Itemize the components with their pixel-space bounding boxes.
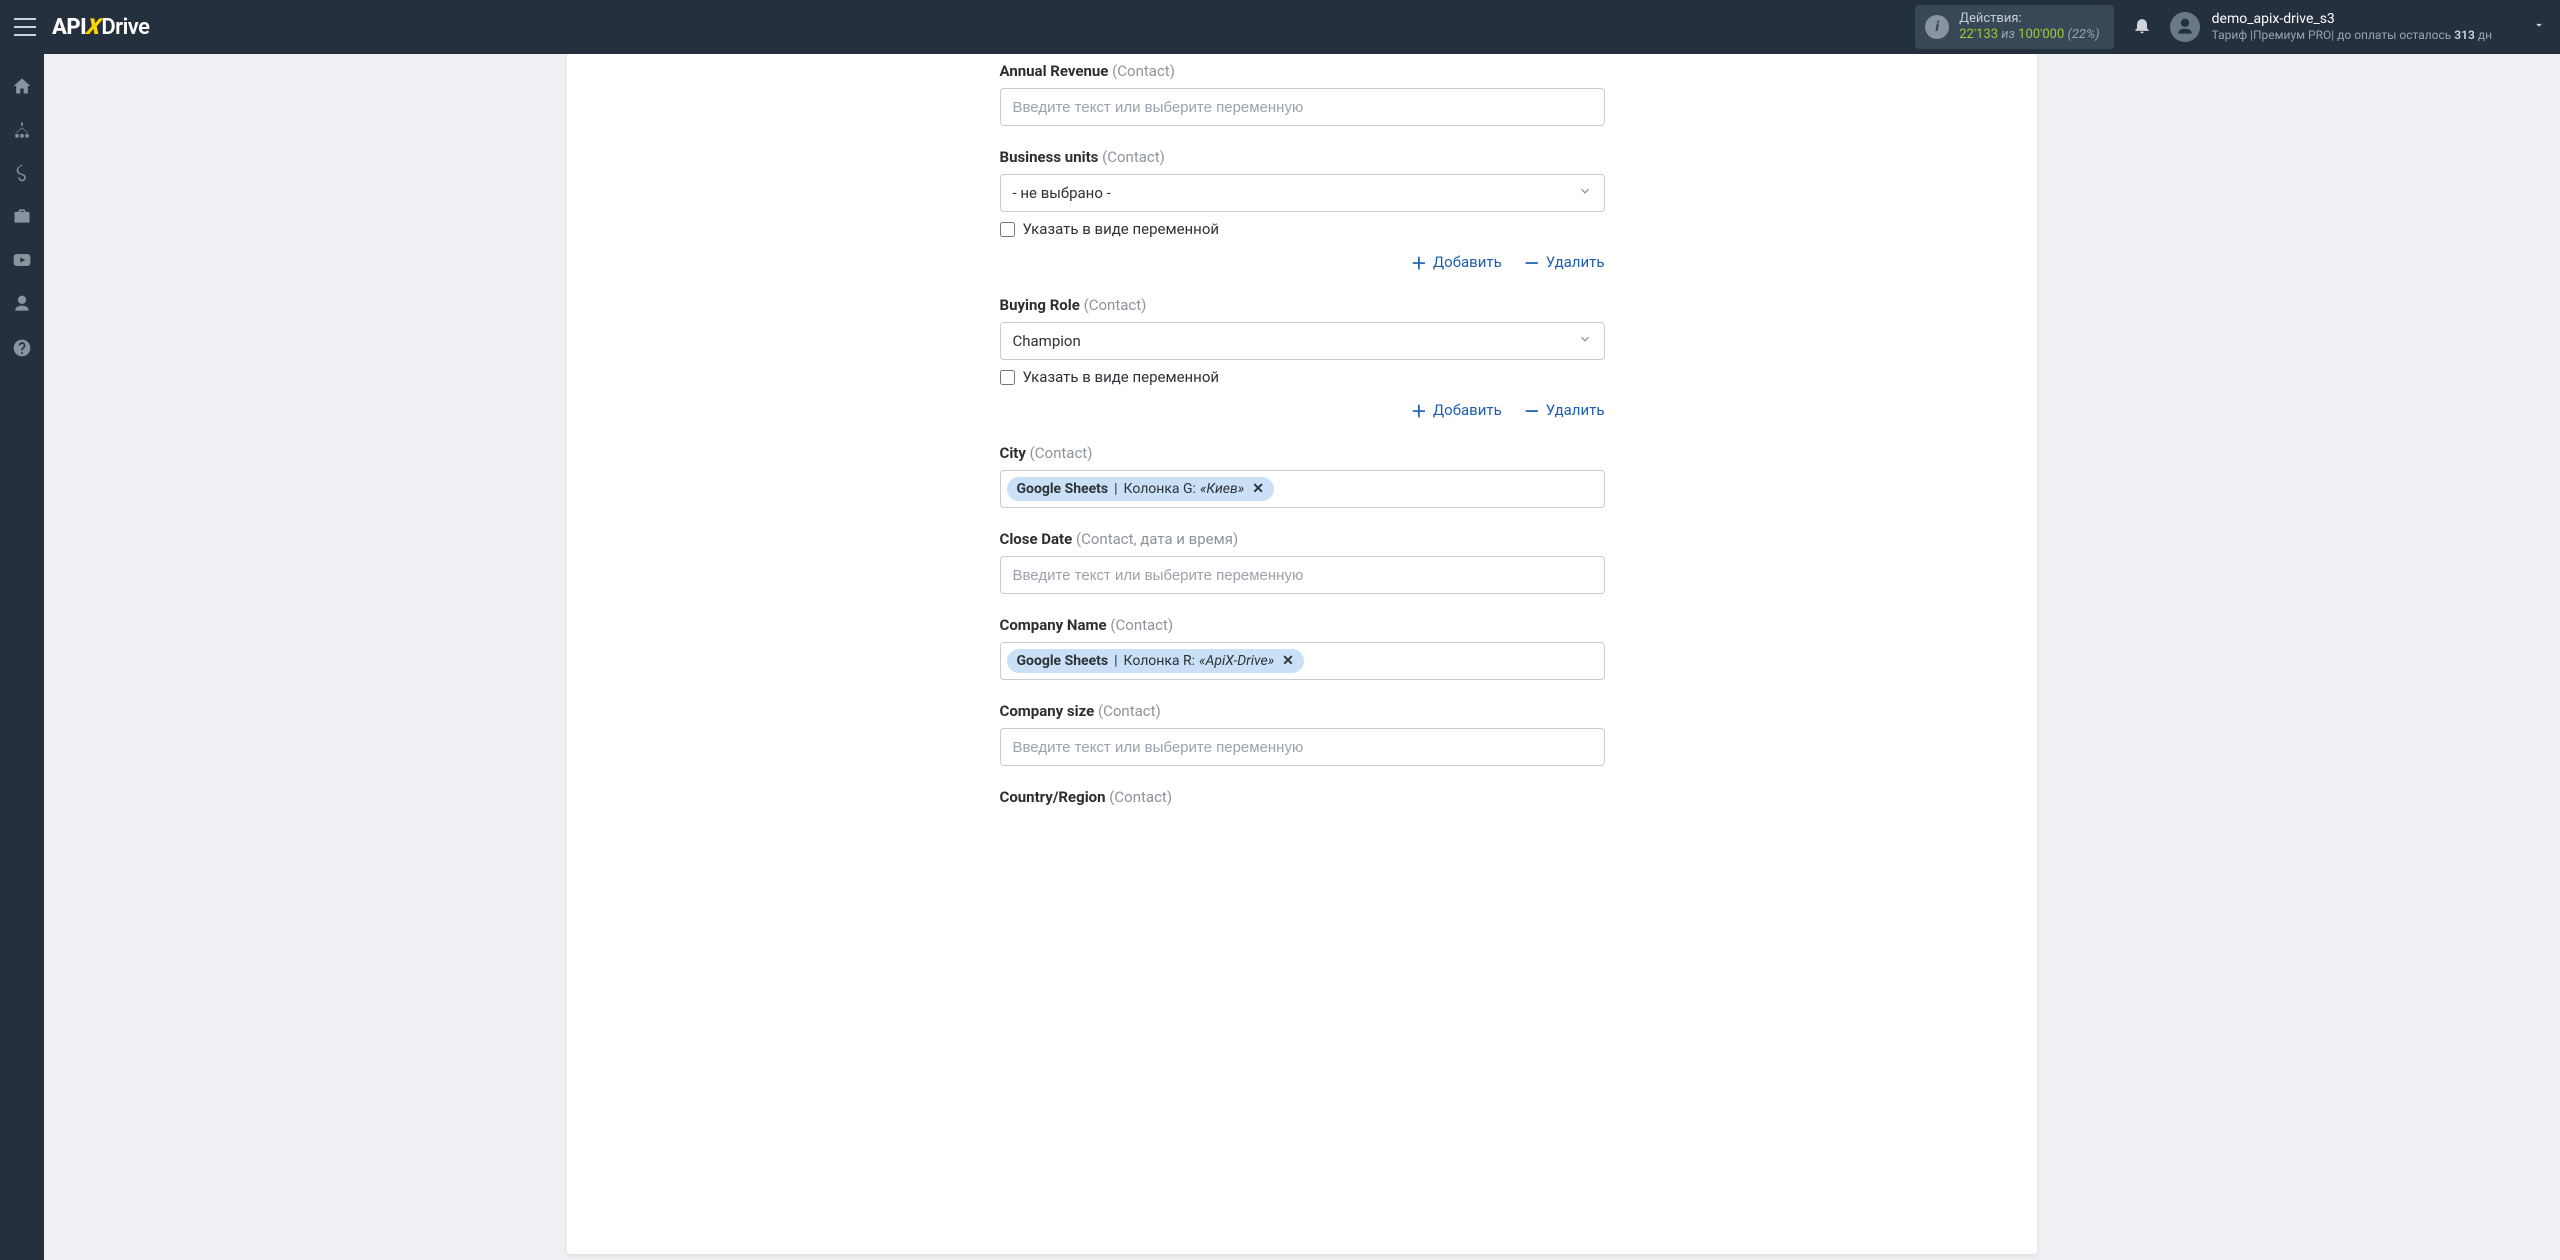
actions-label: Действия:	[1959, 11, 2099, 27]
field-city: City (Contact) Google Sheets | Колонка G…	[1000, 444, 1605, 508]
annual-revenue-label: Annual Revenue	[1000, 62, 1109, 80]
topbar: APIXDrive i Действия: 22'133 из 100'000 …	[0, 0, 2560, 54]
left-rail	[0, 54, 44, 1260]
field-country-region: Country/Region (Contact)	[1000, 788, 1605, 806]
chevron-down-icon	[2532, 18, 2546, 36]
company-name-tag[interactable]: Google Sheets | Колонка R: «ApiX-Drive» …	[1007, 649, 1304, 673]
actions-counter[interactable]: i Действия: 22'133 из 100'000 (22%)	[1915, 5, 2113, 50]
field-annual-revenue: Annual Revenue (Contact)	[1000, 62, 1605, 126]
home-icon[interactable]	[12, 76, 32, 96]
sitemap-icon[interactable]	[12, 120, 32, 140]
business-units-select[interactable]: - не выбрано -	[1000, 174, 1605, 212]
country-region-label: Country/Region	[1000, 788, 1106, 806]
logo[interactable]: APIXDrive	[52, 15, 150, 40]
field-close-date: Close Date (Contact, дата и время)	[1000, 530, 1605, 594]
form-panel: Annual Revenue (Contact) Business units …	[567, 54, 2037, 1254]
username: demo_apix-drive_s3	[2212, 11, 2492, 29]
company-name-label: Company Name	[1000, 616, 1107, 634]
buying-role-select[interactable]: Champion	[1000, 322, 1605, 360]
company-name-tag-remove[interactable]: ✕	[1282, 653, 1294, 669]
briefcase-icon[interactable]	[12, 206, 32, 226]
business-units-as-variable-checkbox[interactable]	[1000, 222, 1015, 237]
field-company-name: Company Name (Contact) Google Sheets | К…	[1000, 616, 1605, 680]
close-date-label: Close Date	[1000, 530, 1073, 548]
tariff-line: Тариф |Премиум PRO| до оплаты осталось 3…	[2212, 28, 2492, 43]
annual-revenue-input[interactable]	[1000, 88, 1605, 126]
avatar-icon	[2170, 12, 2200, 42]
chevron-down-icon	[1578, 332, 1592, 350]
city-label: City	[1000, 444, 1026, 462]
menu-toggle[interactable]	[14, 18, 36, 36]
buying-role-as-variable-checkbox[interactable]	[1000, 370, 1015, 385]
city-tag-remove[interactable]: ✕	[1252, 481, 1264, 497]
youtube-icon[interactable]	[12, 250, 32, 270]
viewport[interactable]: Annual Revenue (Contact) Business units …	[44, 54, 2560, 1260]
city-tag[interactable]: Google Sheets | Колонка G: «Киев» ✕	[1007, 477, 1274, 501]
company-size-input[interactable]	[1000, 728, 1605, 766]
business-units-label: Business units	[1000, 148, 1099, 166]
buying-role-delete[interactable]: －Удалить	[1524, 398, 1605, 422]
business-units-delete[interactable]: －Удалить	[1524, 250, 1605, 274]
buying-role-add[interactable]: ＋Добавить	[1411, 398, 1502, 422]
chevron-down-icon	[1578, 184, 1592, 202]
buying-role-as-variable[interactable]: Указать в виде переменной	[1000, 368, 1605, 386]
dollar-icon[interactable]	[13, 164, 31, 182]
company-name-input[interactable]: Google Sheets | Колонка R: «ApiX-Drive» …	[1000, 642, 1605, 680]
user-menu[interactable]: demo_apix-drive_s3 Тариф |Премиум PRO| д…	[2170, 11, 2546, 44]
help-icon[interactable]	[12, 338, 32, 358]
user-icon[interactable]	[12, 294, 32, 314]
buying-role-label: Buying Role	[1000, 296, 1080, 314]
business-units-add[interactable]: ＋Добавить	[1411, 250, 1502, 274]
info-icon: i	[1925, 15, 1949, 39]
field-buying-role: Buying Role (Contact) Champion Указать в…	[1000, 296, 1605, 422]
company-size-label: Company size	[1000, 702, 1095, 720]
notifications-icon[interactable]	[2132, 15, 2152, 39]
field-company-size: Company size (Contact)	[1000, 702, 1605, 766]
city-input[interactable]: Google Sheets | Колонка G: «Киев» ✕	[1000, 470, 1605, 508]
close-date-input[interactable]	[1000, 556, 1605, 594]
field-business-units: Business units (Contact) - не выбрано - …	[1000, 148, 1605, 274]
business-units-as-variable[interactable]: Указать в виде переменной	[1000, 220, 1605, 238]
